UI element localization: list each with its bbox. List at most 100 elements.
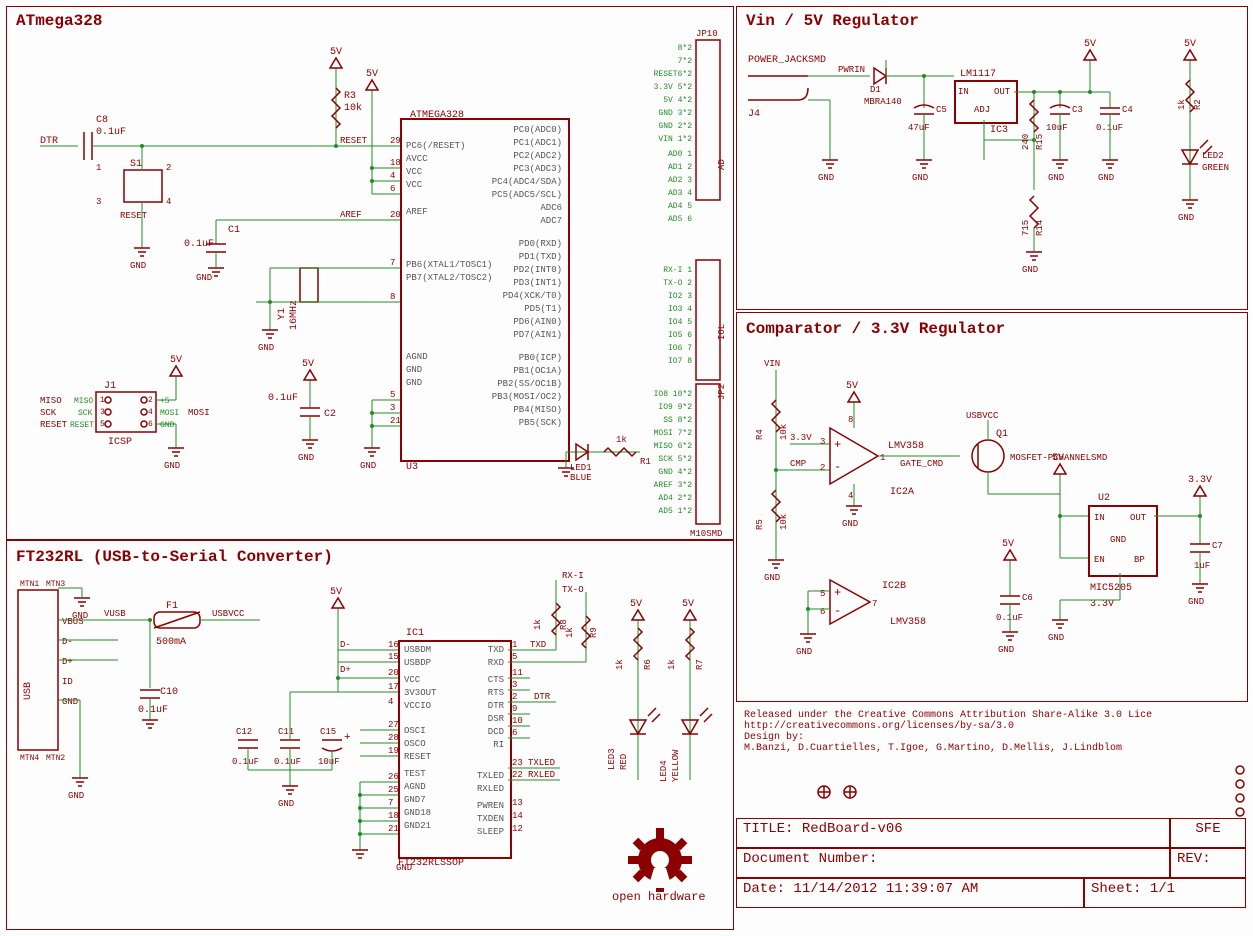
svg-text:R2: R2 [1193,99,1203,110]
svg-text:20: 20 [390,210,401,220]
svg-text:IC3: IC3 [990,125,1008,136]
svg-text:C8: C8 [96,115,108,126]
svg-text:5: 5 [100,420,105,429]
svg-text:240: 240 [1021,134,1031,150]
svg-text:5V: 5V [302,359,314,370]
svg-text:10uF: 10uF [318,757,340,767]
svg-text:VIN: VIN [764,359,780,369]
svg-text:F1: F1 [166,601,178,612]
svg-text:MOSI: MOSI [188,408,210,418]
svg-text:4: 4 [148,408,153,417]
svg-text:RESET: RESET [70,421,94,430]
titleblock-sheet: Sheet: 1/1 [1084,878,1246,908]
svg-text:5V: 5V [170,355,182,366]
svg-text:1k: 1k [565,627,575,638]
svg-text:GATE_CMD: GATE_CMD [900,459,943,469]
svg-text:+5: +5 [160,397,170,406]
titleblock-docnum: Document Number: [736,848,1170,878]
svg-text:GND: GND [62,697,78,707]
svg-text:1k: 1k [616,435,627,445]
svg-text:22: 22 [512,770,523,780]
svg-text:D-: D- [62,637,73,647]
svg-text:5V: 5V [682,599,694,610]
svg-text:10k: 10k [779,514,789,530]
svg-text:MOSI: MOSI [160,409,179,418]
svg-text:18: 18 [390,158,401,168]
svg-text:5V: 5V [1084,39,1096,50]
svg-text:GND: GND [1188,597,1204,607]
svg-text:0.1uF: 0.1uF [138,705,168,716]
svg-text:5V: 5V [630,599,642,610]
svg-text:26: 26 [388,772,399,782]
svg-text:USBVCC: USBVCC [966,411,999,421]
svg-text:5V: 5V [1002,539,1014,550]
svg-text:GND: GND [360,461,376,471]
svg-text:Y1: Y1 [277,308,288,320]
svg-text:5V: 5V [330,587,342,598]
svg-text:11: 11 [512,668,523,678]
svg-text:RESET: RESET [120,211,148,221]
svg-text:GND: GND [912,173,928,183]
svg-text:R4: R4 [755,429,765,440]
ic1-name: FT232RLSSOP [398,858,464,869]
svg-text:R6: R6 [643,659,653,670]
ic1-ref: IC1 [406,628,424,639]
svg-text:GND: GND [298,453,314,463]
svg-text:MTN1: MTN1 [20,580,39,589]
ad-labels: AD0 1AD1 2AD2 3AD3 4AD4 5AD5 6 [636,148,692,226]
svg-text:IC2A: IC2A [890,487,914,498]
svg-text:ID: ID [62,677,73,687]
open-hardware-logo [628,828,692,892]
svg-text:D1: D1 [870,85,881,95]
svg-text:ICSP: ICSP [108,437,132,448]
svg-text:16MHz: 16MHz [289,300,300,330]
svg-text:IOL: IOL [717,324,727,340]
svg-text:5V: 5V [330,47,342,58]
svg-text:RED: RED [619,754,629,770]
svg-text:R9: R9 [589,627,599,638]
svg-text:GND: GND [68,791,84,801]
svg-text:LMV358: LMV358 [888,441,924,452]
svg-text:POWER_JACKSMD: POWER_JACKSMD [748,55,826,66]
svg-text:IN: IN [958,87,969,97]
svg-text:C1: C1 [228,225,240,236]
svg-text:LMV358: LMV358 [890,617,926,628]
svg-text:25: 25 [388,785,399,795]
svg-text:0.1uF: 0.1uF [232,757,259,767]
u3-ref: U3 [406,462,418,473]
svg-text:0.1uF: 0.1uF [274,757,301,767]
svg-text:2: 2 [820,463,825,473]
svg-text:GND: GND [1048,173,1064,183]
svg-text:C15: C15 [320,727,336,737]
svg-text:2: 2 [166,163,171,173]
svg-text:0.1uF: 0.1uF [96,127,126,138]
svg-text:10k: 10k [344,102,362,114]
svg-text:DTR: DTR [534,692,551,702]
svg-text:1k: 1k [667,659,677,670]
svg-text:500mA: 500mA [156,637,186,648]
svg-text:+: + [834,586,841,600]
svg-text:6: 6 [512,728,517,738]
license-block: Released under the Creative Commons Attr… [744,710,1152,754]
svg-text:GND: GND [818,173,834,183]
svg-text:5V: 5V [846,381,858,392]
svg-text:5V: 5V [366,69,378,80]
svg-text:19: 19 [388,746,399,756]
svg-text:JP10: JP10 [696,29,718,39]
u3-left-pins: PC6(/RESET)AVCCVCCVCCAREFPB6(XTAL1/TOSC1… [406,140,492,390]
svg-text:GND: GND [1110,535,1126,545]
svg-text:GND: GND [842,519,858,529]
svg-text:4: 4 [388,697,393,707]
svg-text:C11: C11 [278,727,294,737]
titleblock-date: Date: 11/14/2012 11:39:07 AM [736,878,1084,908]
svg-text:3: 3 [820,437,825,447]
svg-text:4: 4 [390,171,395,181]
svg-text:C7: C7 [1212,541,1223,551]
svg-text:10: 10 [512,716,523,726]
svg-text:10uF: 10uF [1046,123,1068,133]
svg-text:7: 7 [872,599,877,609]
svg-text:J1: J1 [104,381,116,392]
svg-text:U2: U2 [1098,493,1110,504]
svg-text:M10SMD: M10SMD [690,529,722,539]
svg-text:47uF: 47uF [908,123,930,133]
